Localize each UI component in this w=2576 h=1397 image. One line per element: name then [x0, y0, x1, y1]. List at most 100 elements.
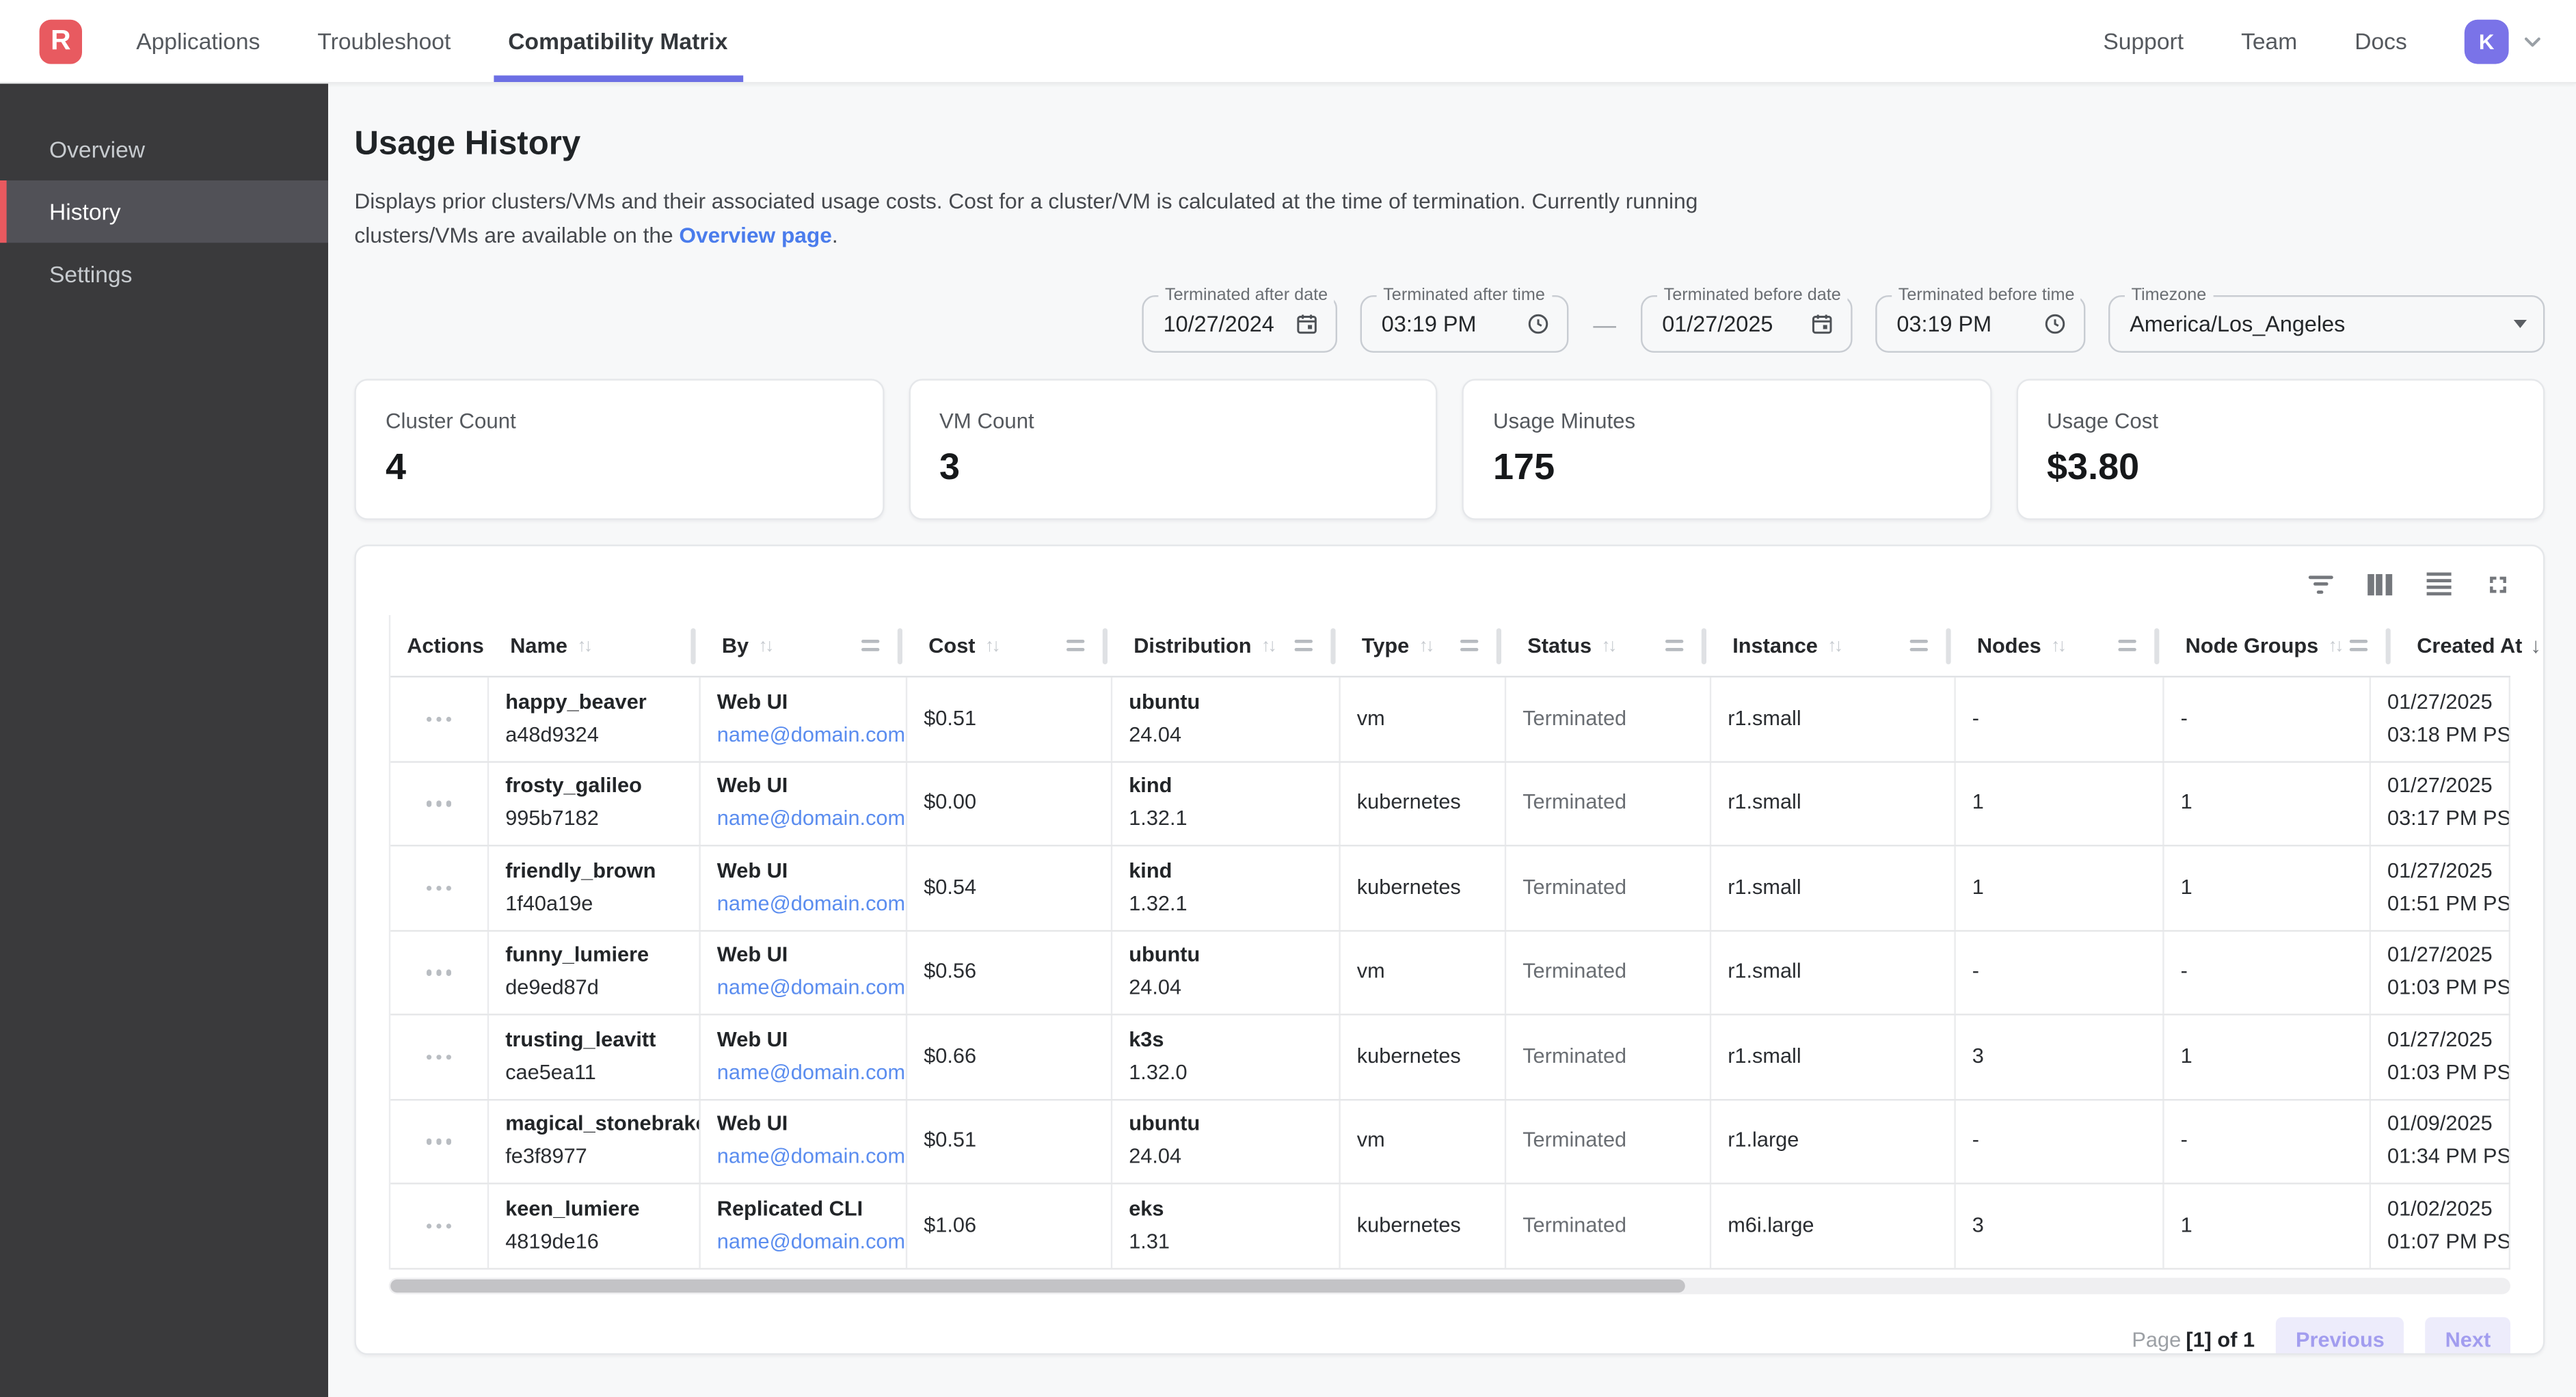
sort-icons[interactable]: ↑↓	[2329, 636, 2342, 655]
avatar[interactable]: K	[2465, 19, 2509, 64]
cell-text: 1	[1972, 793, 2146, 814]
next-button[interactable]: Next	[2426, 1316, 2510, 1355]
column-header-status[interactable]: Status↑↓	[1511, 615, 1716, 676]
previous-button[interactable]: Previous	[2276, 1316, 2404, 1355]
replicated-logo[interactable]: R	[40, 19, 82, 64]
scrollbar-thumb[interactable]	[390, 1279, 1685, 1292]
sort-icons[interactable]: ↑↓	[1602, 636, 1615, 655]
column-header-cost[interactable]: Cost↑↓	[912, 615, 1117, 676]
row-actions-button[interactable]	[426, 963, 451, 982]
column-menu-icon[interactable]	[1909, 640, 1927, 651]
sort-descending-icon[interactable]: ↓	[2530, 633, 2541, 657]
overview-page-link[interactable]: Overview page	[679, 222, 831, 247]
column-menu-icon[interactable]	[1460, 640, 1478, 651]
calendar-icon[interactable]	[1295, 312, 1319, 336]
cell-node_groups: -	[2164, 677, 2371, 760]
created-date: 01/27/2025	[2387, 1030, 2493, 1051]
sort-icons[interactable]: ↑↓	[1419, 636, 1432, 655]
nav-item-docs[interactable]: Docs	[2354, 0, 2407, 82]
column-menu-icon[interactable]	[861, 640, 879, 651]
column-menu-icon[interactable]	[1066, 640, 1084, 651]
terminated-before-date-field[interactable]: Terminated before date 01/27/2025	[1641, 295, 1853, 353]
column-header-by[interactable]: By↑↓	[706, 615, 912, 676]
row-actions-button[interactable]	[426, 1047, 451, 1066]
caret-down-icon[interactable]	[2514, 320, 2527, 328]
sidebar-item-history[interactable]: History	[0, 180, 328, 243]
nav-item-compatibility-matrix[interactable]: Compatibility Matrix	[508, 0, 727, 82]
created-date: 01/27/2025	[2387, 945, 2493, 966]
column-separator[interactable]	[1497, 627, 1501, 664]
email-link[interactable]: name@domain.com	[717, 1063, 889, 1084]
column-header-type[interactable]: Type↑↓	[1345, 615, 1511, 676]
nav-item-applications[interactable]: Applications	[136, 0, 260, 82]
column-header-created[interactable]: Created At↓	[2400, 615, 2510, 676]
sort-icons[interactable]: ↑↓	[985, 636, 998, 655]
column-menu-icon[interactable]	[2350, 640, 2367, 651]
terminated-before-time-field[interactable]: Terminated before time 03:19 PM	[1875, 295, 2085, 353]
cell-actions	[390, 846, 489, 929]
column-separator[interactable]	[2154, 627, 2159, 664]
column-header-node_groups[interactable]: Node Groups↑↓	[2169, 615, 2401, 676]
calendar-icon[interactable]	[1810, 312, 1834, 336]
column-separator[interactable]	[1330, 627, 1335, 664]
column-separator[interactable]	[898, 627, 902, 664]
clock-icon[interactable]	[1526, 312, 1551, 336]
field-label: Terminated after date	[1158, 286, 1334, 306]
sort-icons[interactable]: ↑↓	[577, 636, 590, 655]
density-icon[interactable]	[2421, 567, 2454, 600]
email-link[interactable]: name@domain.com	[717, 1232, 889, 1253]
column-separator[interactable]	[1702, 627, 1706, 664]
column-header-instance[interactable]: Instance↑↓	[1716, 615, 1961, 676]
cell-secondary-text: de9ed87d	[505, 978, 682, 999]
cell-node_groups: -	[2164, 1100, 2371, 1182]
chevron-down-icon[interactable]	[2519, 27, 2547, 55]
nav-item-team[interactable]: Team	[2241, 0, 2297, 82]
stat-value: 3	[939, 446, 1406, 489]
column-separator[interactable]	[2386, 627, 2391, 664]
cell-by: Web UIname@domain.com	[701, 1100, 907, 1182]
column-menu-icon[interactable]	[2118, 640, 2136, 651]
sort-icons[interactable]: ↑↓	[759, 636, 772, 655]
cell-created: 01/27/202503:17 PM PST	[2371, 762, 2510, 845]
page-description: Displays prior clusters/VMs and their as…	[354, 185, 2545, 252]
sort-icons[interactable]: ↑↓	[1261, 636, 1274, 655]
column-separator[interactable]	[690, 627, 695, 664]
column-separator[interactable]	[1103, 627, 1108, 664]
column-menu-icon[interactable]	[1665, 640, 1683, 651]
filter-icon[interactable]	[2304, 567, 2337, 600]
column-separator[interactable]	[1946, 627, 1950, 664]
nav-item-support[interactable]: Support	[2103, 0, 2184, 82]
column-header-name[interactable]: Name↑↓	[494, 615, 706, 676]
clock-icon[interactable]	[2043, 312, 2067, 336]
email-link[interactable]: name@domain.com	[717, 1147, 889, 1168]
terminated-after-date-field[interactable]: Terminated after date 10/27/2024	[1142, 295, 1337, 353]
cell-text: Terminated	[1522, 1046, 1693, 1068]
column-header-nodes[interactable]: Nodes↑↓	[1961, 615, 2169, 676]
row-actions-button[interactable]	[426, 794, 451, 813]
column-menu-icon[interactable]	[1294, 640, 1312, 651]
email-link[interactable]: name@domain.com	[717, 978, 889, 999]
cell-created: 01/09/202501:34 PM PST	[2371, 1100, 2510, 1182]
column-header-distribution[interactable]: Distribution↑↓	[1117, 615, 1345, 676]
row-actions-button[interactable]	[426, 1217, 451, 1236]
email-link[interactable]: name@domain.com	[717, 724, 889, 746]
user-menu[interactable]: K	[2465, 19, 2547, 64]
row-actions-button[interactable]	[426, 1132, 451, 1151]
email-link[interactable]: name@domain.com	[717, 809, 889, 830]
horizontal-scrollbar[interactable]	[389, 1277, 2510, 1293]
sidebar-item-overview[interactable]: Overview	[0, 118, 328, 180]
row-actions-button[interactable]	[426, 709, 451, 729]
nav-item-troubleshoot[interactable]: Troubleshoot	[317, 0, 451, 82]
email-link[interactable]: name@domain.com	[717, 893, 889, 914]
sort-icons[interactable]: ↑↓	[1827, 636, 1840, 655]
terminated-after-time-field[interactable]: Terminated after time 03:19 PM	[1360, 295, 1569, 353]
cell-instance: r1.small	[1711, 931, 1956, 1014]
sidebar-item-settings[interactable]: Settings	[0, 243, 328, 305]
created-date: 01/09/2025	[2387, 1115, 2493, 1136]
columns-icon[interactable]	[2363, 567, 2396, 600]
description-line2: clusters/VMs are available on the	[354, 222, 679, 247]
timezone-select[interactable]: Timezone America/Los_Angeles	[2108, 295, 2545, 353]
fullscreen-icon[interactable]	[2481, 567, 2514, 600]
row-actions-button[interactable]	[426, 878, 451, 897]
sort-icons[interactable]: ↑↓	[2051, 636, 2064, 655]
